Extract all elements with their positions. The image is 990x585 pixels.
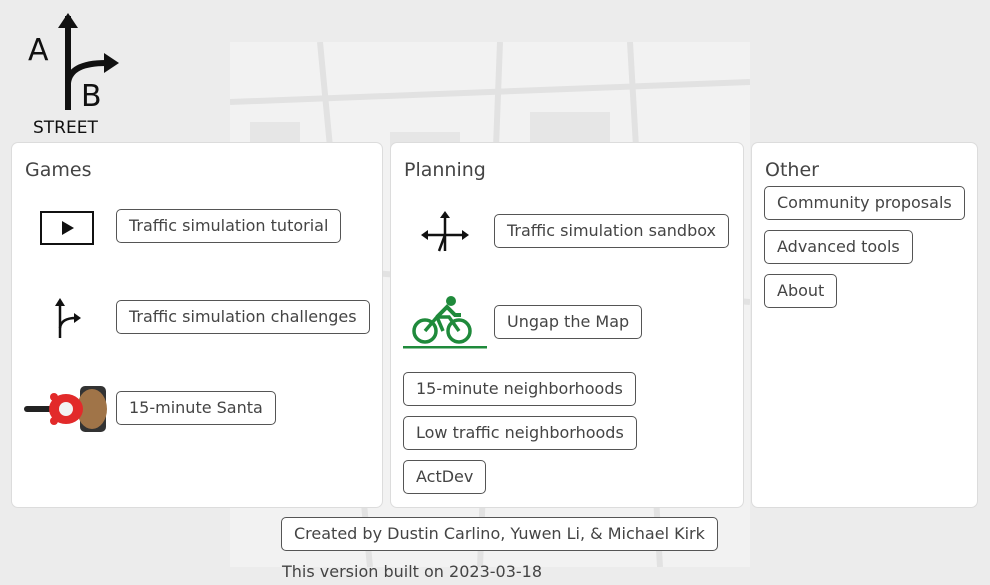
games-panel: Games Traffic simulation tutorial Traffi… [12, 143, 382, 507]
planning-title: Planning [404, 159, 486, 181]
games-title: Games [25, 159, 92, 181]
svg-text:B: B [81, 79, 102, 114]
traffic-simulation-tutorial-button[interactable]: Traffic simulation tutorial [116, 209, 342, 243]
fork-arrow-icon [50, 296, 84, 344]
traffic-simulation-challenges-button[interactable]: Traffic simulation challenges [116, 300, 370, 334]
ungap-the-map-button[interactable]: Ungap the Map [494, 305, 643, 339]
about-button[interactable]: About [764, 274, 838, 308]
intersection-arrows-icon [421, 211, 469, 259]
svg-text:A: A [28, 33, 49, 68]
traffic-simulation-sandbox-button[interactable]: Traffic simulation sandbox [494, 214, 730, 248]
actdev-button[interactable]: ActDev [403, 460, 487, 494]
credits-button[interactable]: Created by Dustin Carlino, Yuwen Li, & M… [281, 517, 718, 551]
play-icon [40, 211, 94, 249]
other-title: Other [765, 159, 819, 181]
low-traffic-neighborhoods-button[interactable]: Low traffic neighborhoods [403, 416, 637, 450]
bicycle-icon [403, 293, 489, 355]
svg-text:STREET: STREET [33, 118, 98, 138]
advanced-tools-button[interactable]: Advanced tools [764, 230, 913, 264]
other-panel: Other Community proposals Advanced tools… [752, 143, 977, 507]
community-proposals-button[interactable]: Community proposals [764, 186, 965, 220]
build-date-label: This version built on 2023-03-18 [282, 562, 543, 581]
a-b-street-logo: A B STREET [26, 8, 126, 138]
planning-panel: Planning Traffic simulation sandbox Unga… [391, 143, 743, 507]
fifteen-minute-santa-button[interactable]: 15-minute Santa [116, 391, 276, 425]
fifteen-minute-neighborhoods-button[interactable]: 15-minute neighborhoods [403, 372, 636, 406]
santa-sled-icon [24, 383, 108, 439]
